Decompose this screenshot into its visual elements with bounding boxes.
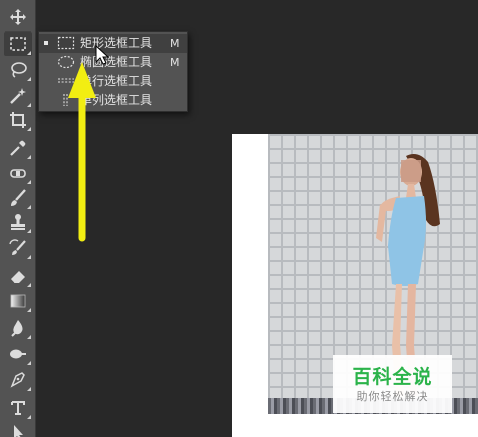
- flyout-shortcut: M: [170, 56, 180, 69]
- marquee-tools-flyout-menu: 矩形选框工具 M 椭圆选框工具 M 单行选框工具 单列选框工具: [38, 31, 188, 112]
- gradient-icon: [10, 294, 26, 308]
- pen-tool[interactable]: [4, 368, 32, 392]
- path-selection-tool[interactable]: [4, 420, 32, 437]
- selected-bullet-icon: [44, 41, 48, 45]
- type-icon: [11, 401, 25, 415]
- clone-stamp-tool[interactable]: [4, 210, 32, 234]
- flyout-item-single-column-marquee[interactable]: 单列选框工具: [39, 91, 187, 110]
- bandage-icon: [10, 169, 26, 178]
- crop-icon: [10, 112, 26, 128]
- rect-marquee-icon: [57, 36, 75, 50]
- blur-icon: [11, 320, 23, 337]
- history-brush-tool[interactable]: [4, 236, 32, 260]
- eyedropper-tool[interactable]: [4, 136, 32, 160]
- crop-tool[interactable]: [4, 108, 32, 132]
- brush-icon: [11, 189, 26, 206]
- single-column-marquee-icon: [63, 94, 68, 106]
- arrow-cursor-icon: [14, 425, 23, 437]
- marquee-icon: [10, 37, 26, 51]
- tools-panel: [0, 0, 36, 437]
- dodge-icon: [10, 349, 26, 359]
- magic-wand-icon: [10, 88, 26, 104]
- eraser-icon: [10, 271, 25, 284]
- pen-icon: [10, 372, 25, 388]
- lasso-tool[interactable]: [4, 58, 32, 82]
- flyout-shortcut: M: [170, 37, 180, 50]
- watermark-title: 百科全说: [352, 365, 433, 388]
- flyout-label: 单行选框工具: [80, 74, 153, 88]
- rectangular-marquee-tool[interactable]: [4, 32, 32, 56]
- stamp-icon: [11, 214, 25, 230]
- move-tool[interactable]: [4, 5, 32, 29]
- document-canvas[interactable]: 百科全说 助你轻松解决: [232, 134, 478, 437]
- flyout-label: 椭圆选框工具: [80, 55, 153, 69]
- type-tool[interactable]: [4, 396, 32, 420]
- eyedropper-icon: [10, 140, 26, 156]
- lasso-icon: [11, 62, 27, 78]
- move-icon: [10, 9, 26, 25]
- magic-wand-tool[interactable]: [4, 84, 32, 108]
- flyout-label: 矩形选框工具: [80, 36, 153, 50]
- eraser-tool[interactable]: [4, 264, 32, 288]
- flyout-item-rectangular-marquee[interactable]: 矩形选框工具 M: [39, 34, 187, 53]
- brush-tool[interactable]: [4, 186, 32, 210]
- healing-brush-tool[interactable]: [4, 161, 32, 185]
- single-row-marquee-icon: [58, 78, 74, 83]
- flyout-item-elliptical-marquee[interactable]: 椭圆选框工具 M: [39, 53, 187, 72]
- watermark-badge: 百科全说 助你轻松解决: [333, 355, 452, 413]
- flyout-label: 单列选框工具: [80, 93, 153, 107]
- flyout-item-single-row-marquee[interactable]: 单行选框工具: [39, 72, 187, 91]
- ellipse-marquee-icon: [57, 55, 75, 69]
- watermark-subtitle: 助你轻松解决: [356, 389, 429, 403]
- dodge-tool[interactable]: [4, 342, 32, 366]
- gradient-tool[interactable]: [4, 289, 32, 313]
- history-brush-icon: [9, 239, 26, 255]
- blur-tool[interactable]: [4, 316, 32, 340]
